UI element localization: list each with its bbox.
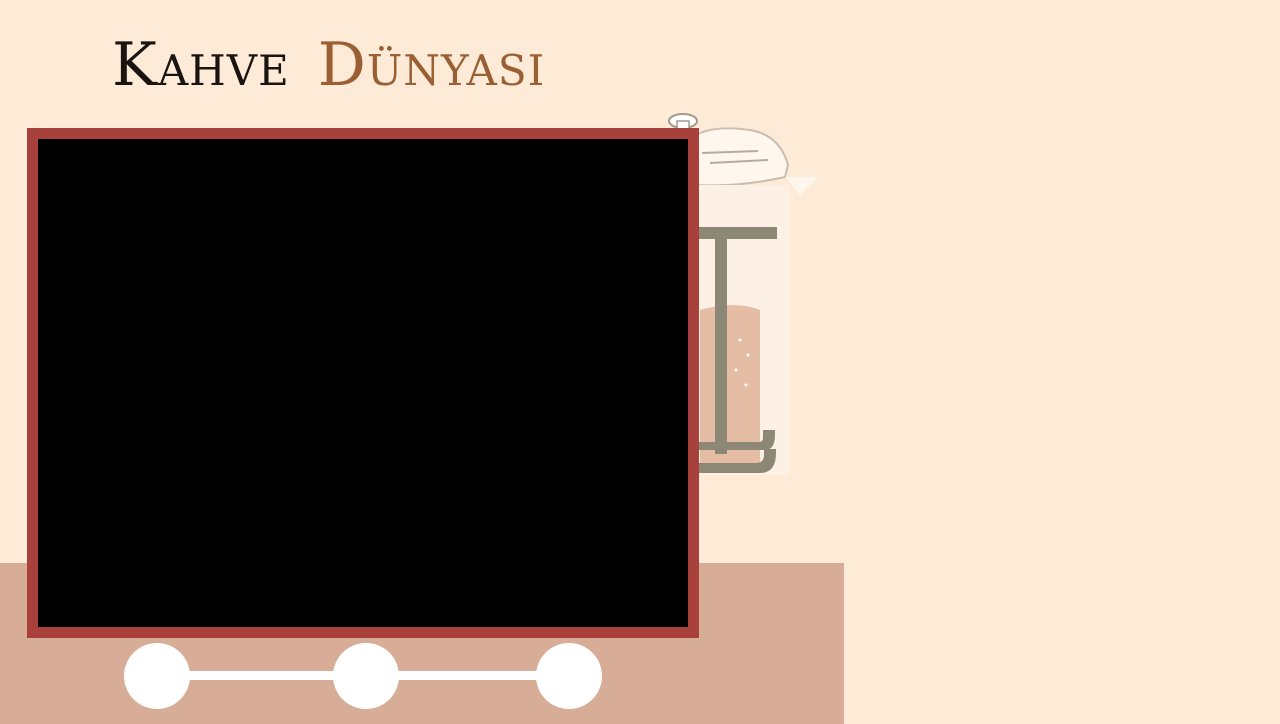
slider-step-3[interactable] <box>536 643 602 709</box>
video-player-frame[interactable] <box>27 128 699 638</box>
slider-step-1[interactable] <box>124 643 190 709</box>
step-slider[interactable] <box>124 643 602 709</box>
page-title: Kahve Dünyası <box>112 20 545 110</box>
title-word-dunyasi: Dünyası <box>317 30 546 100</box>
slider-step-2[interactable] <box>333 643 399 709</box>
video-screen[interactable] <box>38 139 688 627</box>
slide-canvas: Kahve Dünyası <box>0 0 1280 724</box>
title-word-kahve: Kahve <box>112 30 290 100</box>
